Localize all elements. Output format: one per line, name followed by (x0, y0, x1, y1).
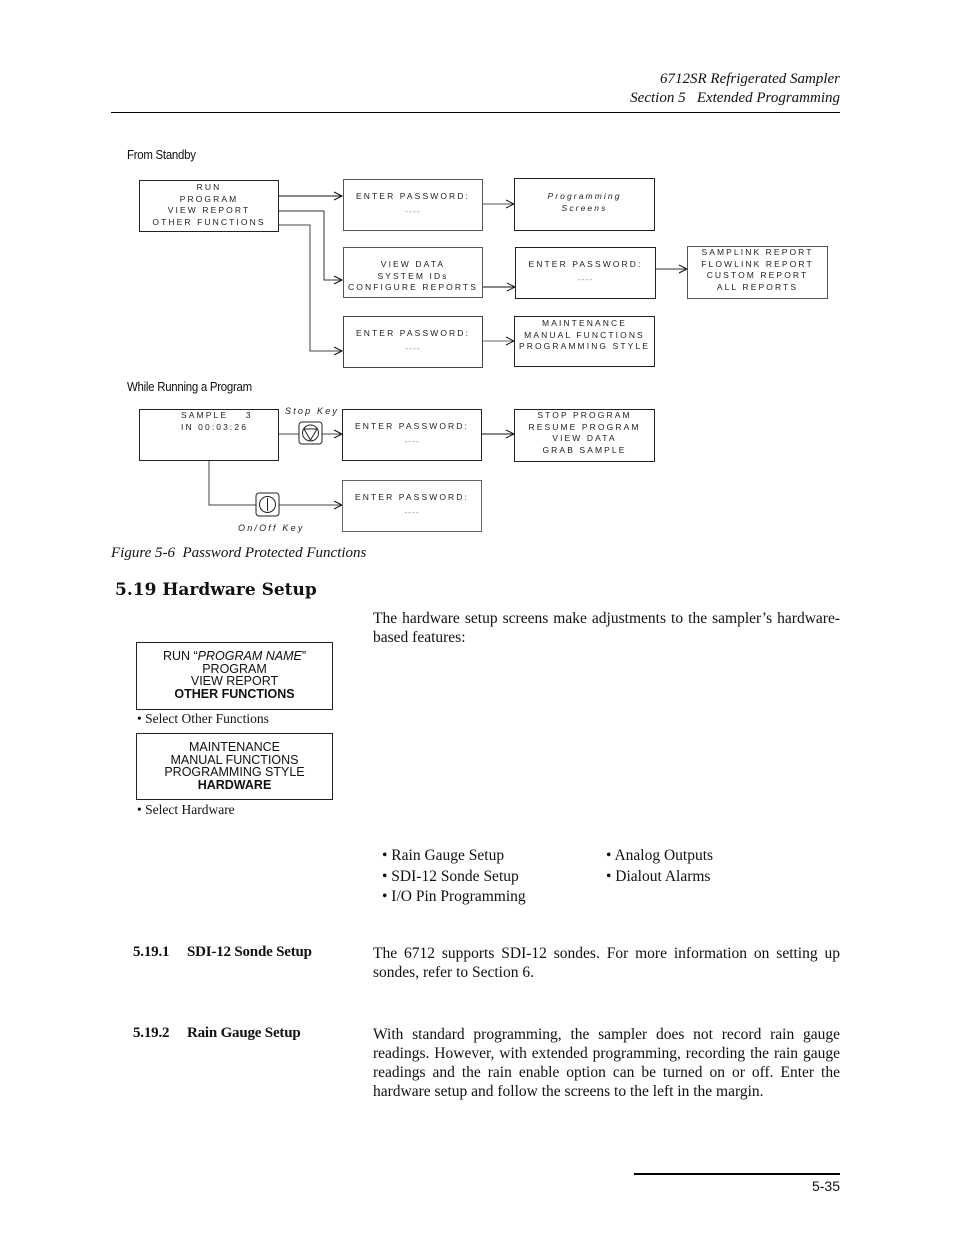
lcd-hardware-selected: HARDWARE (197, 777, 272, 792)
password-prompt: ENTER PASSWORD: (355, 421, 469, 431)
subsection-number: 5.19.2 (133, 1025, 170, 1041)
password-mask: ---- (404, 506, 420, 517)
rain-gauge-paragraph: With standard programming, the sampler d… (373, 1026, 840, 1100)
feature-rain-gauge: • Rain Gauge Setup (382, 847, 505, 864)
programming-label: Programming (547, 191, 622, 201)
menu-item-view-data: VIEW DATA (552, 433, 617, 444)
footer-rule (634, 1173, 840, 1175)
menu-item-program: PROGRAM (179, 193, 239, 204)
subsection-title: Rain Gauge Setup (187, 1025, 301, 1041)
figure-caption: Figure 5-6 Password Protected Functions (111, 545, 367, 561)
password-prompt: ENTER PASSWORD: (355, 492, 469, 502)
run-prefix: RUN “ (162, 649, 198, 663)
lcd-screen-other-functions: MAINTENANCE MANUAL FUNCTIONS PROGRAMMING… (136, 733, 333, 800)
password-screen-other-functions: ENTER PASSWORD: ---- (343, 316, 483, 368)
menu-item-resume-program: RESUME PROGRAM (528, 421, 641, 432)
reports-menu-screen: SAMPLINK REPORT FLOWLINK REPORT CUSTOM R… (687, 246, 828, 299)
password-prompt: ENTER PASSWORD: (356, 328, 470, 338)
menu-item-system-ids: SYSTEM IDs (377, 270, 449, 281)
stop-key-icon (298, 421, 323, 445)
power-key-icon (255, 492, 280, 517)
sdi12-paragraph: The 6712 supports SDI-12 sondes. For mor… (373, 945, 840, 981)
onoff-key-label: On/Off Key (238, 523, 305, 533)
section-heading: 5.19 Hardware Setup (115, 580, 317, 600)
select-other-functions-note: • Select Other Functions (137, 711, 269, 726)
other-functions-menu-screen: MAINTENANCE MANUAL FUNCTIONS PROGRAMMING… (514, 316, 655, 367)
feature-dialout-alarms: • Dialout Alarms (606, 867, 711, 885)
password-screen-stop: ENTER PASSWORD: ---- (342, 409, 482, 461)
lcd-screen-main-menu: RUN “PROGRAM NAME” PROGRAM VIEW REPORT O… (136, 642, 333, 710)
page-number: 5-35 (811, 1178, 840, 1194)
menu-item-custom-report: CUSTOM REPORT (706, 270, 809, 281)
from-standby-label: From Standby (127, 147, 196, 162)
lcd-run-line: RUN “PROGRAM NAME” (137, 650, 332, 663)
view-report-menu-screen: VIEW DATA SYSTEM IDs CONFIGURE REPORTS (343, 247, 483, 298)
lcd-programming-style-line: PROGRAMMING STYLE (164, 765, 305, 779)
password-screen-reports: ENTER PASSWORD: ---- (515, 247, 656, 299)
lcd-view-report-line: VIEW REPORT (190, 674, 279, 688)
stop-key-label: Stop Key (285, 406, 340, 416)
feature-sdi12: • SDI-12 Sonde Setup (382, 867, 519, 885)
menu-item-grab-sample: GRAB SAMPLE (542, 445, 627, 456)
subsection-heading-rain-gauge: 5.19.2 Rain Gauge Setup (133, 1025, 301, 1042)
menu-item-flowlink-report: FLOWLINK REPORT (701, 258, 814, 269)
menu-item-configure-reports: CONFIGURE REPORTS (348, 282, 478, 293)
feature-list-col1: • Rain Gauge Setup • SDI-12 Sonde Setup … (382, 846, 526, 908)
menu-item-programming-style: PROGRAMMING STYLE (518, 341, 651, 352)
while-running-label: While Running a Program (127, 379, 252, 394)
run-suffix: ” (301, 649, 307, 663)
lcd-maintenance-line: MAINTENANCE (189, 740, 280, 754)
subsection-number: 5.19.1 (133, 944, 170, 960)
select-hardware-note: • Select Hardware (137, 802, 235, 817)
menu-item-all-reports: ALL REPORTS (716, 282, 799, 293)
running-status-screen: SAMPLE 3 IN 00:03:26 (139, 409, 279, 461)
programming-screens-box: Programming Screens (514, 178, 655, 231)
menu-item-view-data: VIEW DATA (380, 259, 446, 269)
program-name: PROGRAM NAME (197, 649, 302, 663)
connector-other-functions (279, 224, 342, 352)
menu-item-other-functions: OTHER FUNCTIONS (152, 217, 266, 228)
password-mask: ---- (577, 273, 594, 284)
feature-io-pin: • I/O Pin Programming (382, 888, 526, 905)
password-screen-program: ENTER PASSWORD: ---- (343, 179, 483, 231)
lcd-other-functions-selected: OTHER FUNCTIONS (174, 686, 295, 701)
subsection-heading-sdi12: 5.19.1 SDI-12 Sonde Setup (133, 944, 312, 961)
menu-item-samplink-report: SAMPLINK REPORT (701, 247, 814, 257)
time-remaining: IN 00:03:26 (181, 421, 249, 432)
sample-status: SAMPLE 3 (181, 410, 253, 420)
screens-label: Screens (561, 202, 608, 213)
menu-item-run: RUN (196, 182, 222, 192)
subsection-title: SDI-12 Sonde Setup (187, 944, 312, 960)
password-screen-onoff: ENTER PASSWORD: ---- (342, 480, 482, 532)
intro-paragraph: The hardware setup screens make adjustme… (373, 610, 840, 646)
standby-menu-screen: RUN PROGRAM VIEW REPORT OTHER FUNCTIONS (139, 180, 279, 232)
password-prompt: ENTER PASSWORD: (356, 191, 470, 201)
menu-item-maintenance: MAINTENANCE (542, 318, 627, 328)
stop-menu-screen: STOP PROGRAM RESUME PROGRAM VIEW DATA GR… (514, 409, 655, 462)
feature-analog-outputs: • Analog Outputs (606, 847, 714, 864)
feature-list-col2: • Analog Outputs • Dialout Alarms (606, 846, 713, 887)
password-prompt: ENTER PASSWORD: (528, 259, 643, 269)
password-mask: ---- (405, 342, 421, 353)
password-mask: ---- (404, 435, 420, 446)
menu-item-stop-program: STOP PROGRAM (537, 410, 632, 420)
menu-item-view-report: VIEW REPORT (167, 205, 251, 216)
password-mask: ---- (405, 205, 421, 216)
menu-item-manual-functions: MANUAL FUNCTIONS (524, 329, 645, 340)
